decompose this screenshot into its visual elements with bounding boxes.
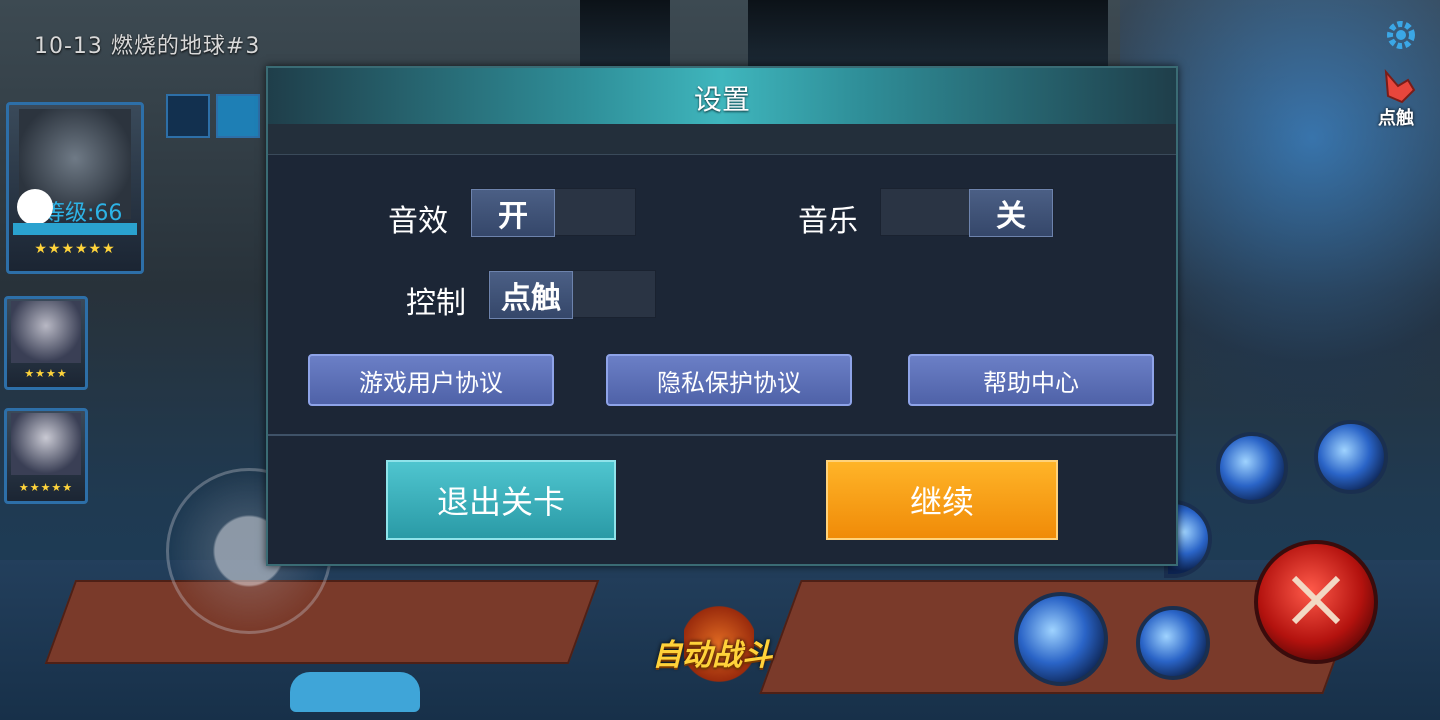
sound-effects-toggle[interactable]: 开 — [470, 188, 636, 237]
touch-mode-button[interactable]: 点触 — [1374, 66, 1430, 129]
attack-button[interactable] — [1254, 540, 1378, 664]
stage-title: 10-13 燃烧的地球#3 — [34, 34, 261, 59]
hero-card-main[interactable]: 等级:66 ★★★★★★ — [6, 102, 144, 274]
touch-mode-label: 点触 — [1378, 108, 1414, 129]
ally-card-2[interactable]: ★★★★★ — [4, 408, 88, 504]
auto-battle-label: 自动战斗 — [652, 638, 772, 673]
touch-indicator — [17, 189, 53, 225]
user-agreement-button[interactable]: 游戏用户协议 — [308, 354, 554, 406]
settings-dialog: 设置 音效 开 音乐 关 控制 点触 游戏用户协议 隐私保护协议 帮助中心 退出… — [266, 66, 1178, 566]
attack-swords-icon — [1286, 570, 1346, 630]
background-car — [290, 672, 420, 712]
help-center-button[interactable]: 帮助中心 — [908, 354, 1154, 406]
ally-stars-2: ★★★★★ — [18, 481, 74, 494]
dialog-header: 设置 — [268, 68, 1176, 124]
skill-orb-4[interactable] — [1014, 592, 1108, 686]
sound-effects-toggle-value: 开 — [471, 189, 555, 237]
ally-portrait-2 — [11, 413, 81, 475]
ally-card-1[interactable]: ★★★★ — [4, 296, 88, 390]
sound-effects-label: 音效 — [388, 204, 448, 239]
ally-portrait-1 — [11, 301, 81, 363]
auto-battle-button[interactable]: 自动战斗 — [650, 600, 790, 690]
dialog-title: 设置 — [693, 83, 750, 116]
control-label: 控制 — [406, 286, 466, 321]
control-mode-toggle[interactable]: 点触 — [488, 270, 656, 319]
exit-level-button[interactable]: 退出关卡 — [386, 460, 616, 540]
music-toggle[interactable]: 关 — [880, 188, 1054, 237]
buff-icon-2 — [216, 94, 260, 138]
background-building-center — [580, 0, 670, 70]
continue-button[interactable]: 继续 — [826, 460, 1058, 540]
hero-stars: ★★★★★★ — [34, 241, 116, 257]
skill-orb-2[interactable] — [1314, 420, 1388, 494]
privacy-policy-button[interactable]: 隐私保护协议 — [606, 354, 852, 406]
background-platform-left — [44, 580, 600, 664]
touch-hand-icon — [1378, 66, 1418, 104]
hero-hp-bar — [13, 223, 137, 235]
background-building-right — [748, 0, 1108, 70]
dialog-divider — [268, 434, 1176, 436]
buff-icon-1 — [166, 94, 210, 138]
control-mode-toggle-value: 点触 — [489, 271, 573, 319]
gear-icon[interactable] — [1384, 18, 1418, 52]
music-toggle-value: 关 — [969, 189, 1053, 237]
skill-orb-5[interactable] — [1136, 606, 1210, 680]
skill-orb-1[interactable] — [1216, 432, 1288, 504]
music-label: 音乐 — [798, 204, 858, 239]
dialog-subheader-band — [268, 124, 1176, 155]
ally-stars-1: ★★★★ — [24, 367, 68, 380]
